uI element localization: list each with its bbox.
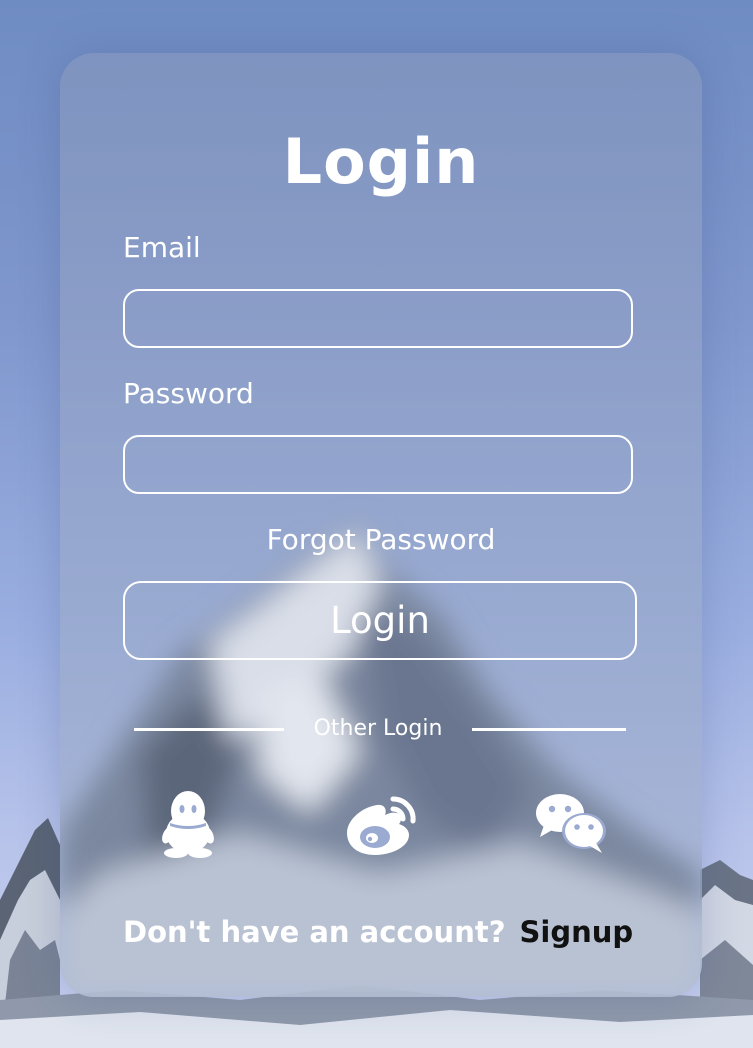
login-page: Login Email Password Forgot Password Log… xyxy=(0,0,753,1048)
divider-line xyxy=(472,728,626,731)
login-card: Login Email Password Forgot Password Log… xyxy=(60,53,702,997)
wechat-login-button[interactable] xyxy=(532,789,612,859)
other-login-label: Other Login xyxy=(313,716,443,741)
divider-line xyxy=(134,728,284,731)
signup-row: Don't have an account? Signup xyxy=(123,915,643,949)
page-title: Login xyxy=(282,125,480,198)
weibo-login-button[interactable] xyxy=(341,789,421,859)
qq-login-button[interactable] xyxy=(148,789,228,859)
other-login-divider: Other Login xyxy=(134,713,626,745)
password-label: Password xyxy=(123,377,254,410)
forgot-password-link[interactable]: Forgot Password xyxy=(60,523,702,556)
login-button[interactable]: Login xyxy=(123,581,637,660)
wechat-icon xyxy=(536,794,606,853)
login-form: Login Email Password Forgot Password Log… xyxy=(60,53,702,997)
signup-link[interactable]: Signup xyxy=(520,915,634,949)
password-field[interactable] xyxy=(123,435,633,494)
email-label: Email xyxy=(123,231,201,264)
weibo-icon xyxy=(347,796,416,855)
no-account-text: Don't have an account? xyxy=(123,915,506,949)
email-field[interactable] xyxy=(123,289,633,348)
qq-icon xyxy=(162,791,214,858)
